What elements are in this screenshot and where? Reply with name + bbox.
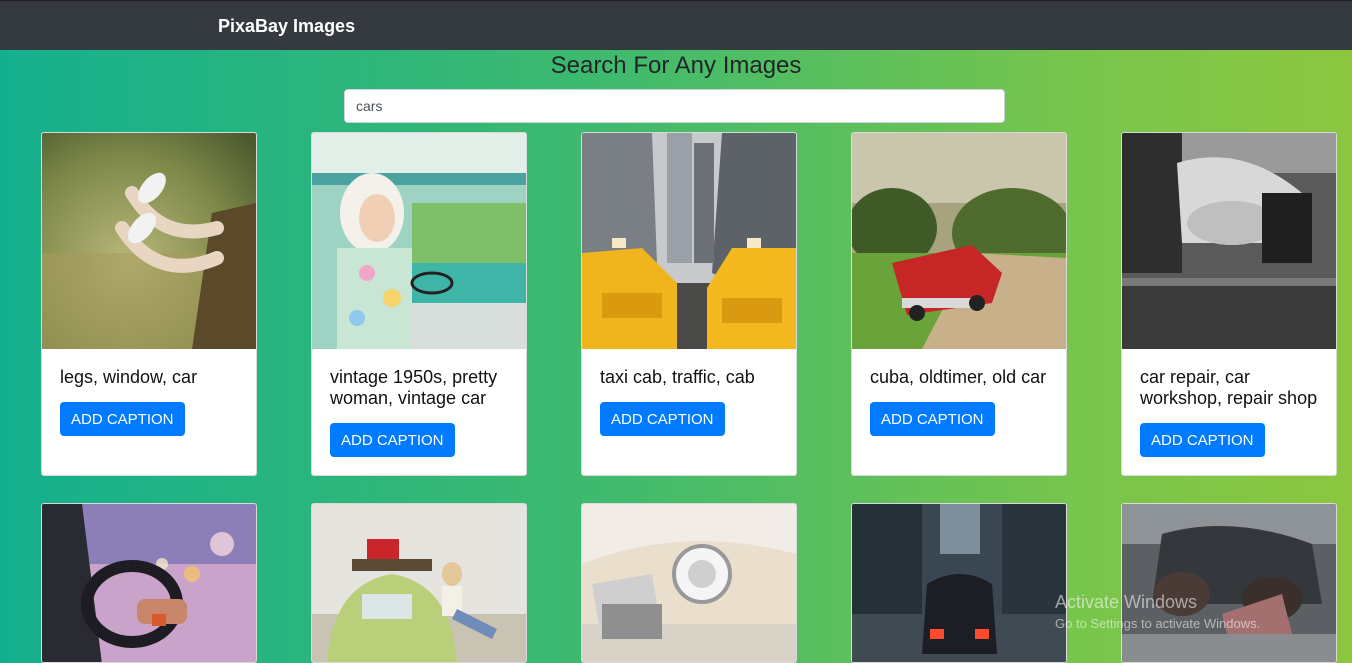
navbar: PixaBay Images: [0, 0, 1352, 50]
card-image: [582, 504, 796, 662]
image-card: [311, 503, 527, 663]
add-caption-button[interactable]: ADD CAPTION: [330, 423, 455, 457]
card-caption: cuba, oldtimer, old car: [870, 367, 1047, 387]
image-card: car repair, car workshop, repair shop AD…: [1121, 132, 1337, 476]
card-image: [852, 504, 1066, 662]
card-image: [312, 133, 526, 349]
image-card: [41, 503, 257, 663]
card-image: [42, 504, 256, 662]
card-image: [42, 133, 256, 349]
activation-watermark: Activate Windows Go to Settings to activ…: [1055, 592, 1260, 631]
card-image: [852, 133, 1066, 349]
card-image: [582, 133, 796, 349]
navbar-brand[interactable]: PixaBay Images: [218, 16, 355, 37]
card-image: [1122, 504, 1336, 662]
card-caption: car repair, car workshop, repair shop: [1140, 367, 1318, 408]
image-card: taxi cab, traffic, cab ADD CAPTION: [581, 132, 797, 476]
image-card: [1121, 503, 1337, 663]
card-caption: legs, window, car: [60, 367, 198, 387]
image-card: cuba, oldtimer, old car ADD CAPTION: [851, 132, 1067, 476]
add-caption-button[interactable]: ADD CAPTION: [60, 402, 185, 436]
watermark-subtitle: Go to Settings to activate Windows.: [1055, 616, 1261, 631]
image-card: [851, 503, 1067, 663]
watermark-title: Activate Windows: [1055, 592, 1198, 612]
card-image: [1122, 133, 1336, 349]
card-caption: vintage 1950s, pretty woman, vintage car: [330, 367, 498, 408]
card-image: [312, 504, 526, 662]
search-input[interactable]: [344, 89, 1005, 123]
image-card: [581, 503, 797, 663]
page-heading: Search For Any Images: [550, 52, 802, 79]
add-caption-button[interactable]: ADD CAPTION: [600, 402, 725, 436]
add-caption-button[interactable]: ADD CAPTION: [870, 402, 995, 436]
add-caption-button[interactable]: ADD CAPTION: [1140, 423, 1265, 457]
image-card: legs, window, car ADD CAPTION: [41, 132, 257, 476]
image-card: vintage 1950s, pretty woman, vintage car…: [311, 132, 527, 476]
card-caption: taxi cab, traffic, cab: [600, 367, 755, 387]
